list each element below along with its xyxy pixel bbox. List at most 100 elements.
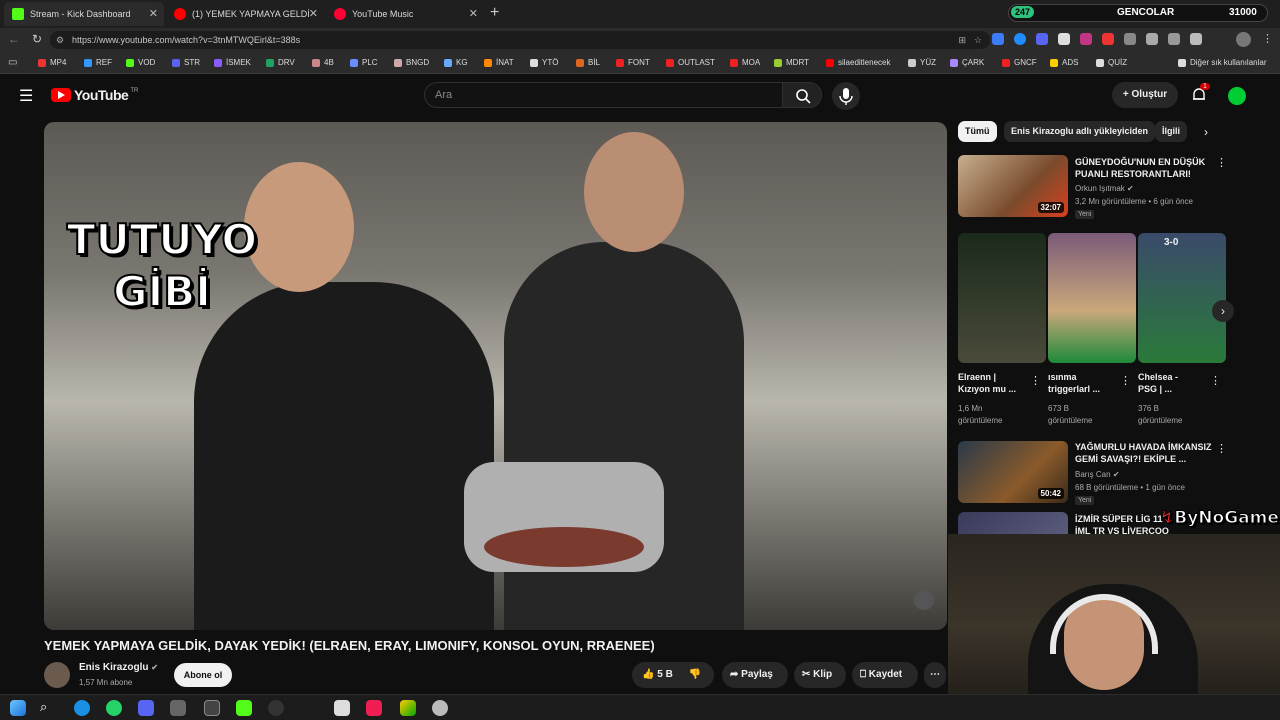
bookmark-item[interactable]: YÜZ [908, 58, 936, 67]
bookmark-item[interactable]: silaeditlenecek [826, 58, 890, 67]
app-icon[interactable] [268, 700, 284, 716]
bookmark-item[interactable]: İNAT [484, 58, 514, 67]
more-options-icon[interactable]: ⋮ [1216, 156, 1227, 169]
bookmark-item[interactable]: STR [172, 58, 200, 67]
new-tab-icon[interactable]: + [490, 4, 499, 22]
more-options-icon[interactable]: ⋮ [1030, 374, 1041, 387]
tab-youtube-video[interactable]: (1) YEMEK YAPMAYA GELDİK, DAYA ✕ [166, 2, 324, 26]
extension-icon[interactable] [992, 33, 1004, 45]
bookmark-item[interactable]: İSMEK [214, 58, 251, 67]
site-info-icon[interactable]: ⚙ [56, 31, 64, 49]
save-button[interactable]: ⎕ Kaydet [852, 662, 918, 688]
close-tab-icon[interactable]: ✕ [149, 7, 158, 20]
voice-search-button[interactable] [832, 82, 860, 110]
like-button[interactable]: 👍 5 B [642, 662, 673, 688]
bookmark-item[interactable]: MP4 [38, 58, 66, 67]
subscribe-button[interactable]: Abone ol [174, 663, 232, 687]
shorts-thumbnail[interactable] [958, 233, 1046, 363]
profile-avatar[interactable] [1236, 32, 1251, 47]
more-options-icon[interactable]: ⋮ [1120, 374, 1131, 387]
recommended-channel[interactable]: Orkun Işıtmak ✔ [1075, 183, 1134, 195]
kick-icon[interactable] [236, 700, 252, 716]
menu-dots-icon[interactable]: ⋮ [1262, 32, 1273, 45]
shorts-thumbnail[interactable]: 3-0 [1138, 233, 1226, 363]
recommended-channel[interactable]: Barış Can ✔ [1075, 469, 1120, 481]
chip-related[interactable]: İlgili [1155, 121, 1187, 142]
clip-button[interactable]: ✂ Klip [794, 662, 846, 688]
dislike-button[interactable]: 👎 [689, 662, 701, 688]
search-input[interactable]: Ara [424, 82, 784, 108]
more-options-icon[interactable]: ⋮ [1216, 442, 1227, 455]
bookmark-item[interactable]: DRV [266, 58, 295, 67]
other-bookmarks[interactable]: Diğer sık kullanılanlar [1178, 58, 1266, 67]
avatar[interactable] [1228, 87, 1246, 105]
youtube-logo[interactable]: YouTube TR [51, 87, 138, 103]
extension-icon[interactable] [1124, 33, 1136, 45]
extension-badge[interactable]: 247 GENCOLAR 31000 [1008, 4, 1268, 22]
app-icon[interactable] [432, 700, 448, 716]
extension-icon[interactable] [1102, 33, 1114, 45]
bookmark-item[interactable]: MDRT [774, 58, 809, 67]
bookmark-item[interactable]: MOA [730, 58, 760, 67]
tab-youtube-music[interactable]: YouTube Music ✕ [326, 2, 484, 26]
shorts-title[interactable]: Elraenn | Kızıyon mu ... [958, 371, 1038, 395]
download-icon[interactable] [1058, 33, 1070, 45]
close-tab-icon[interactable]: ✕ [469, 7, 478, 20]
install-app-icon[interactable]: ⊞ [958, 31, 966, 49]
reload-icon[interactable]: ↻ [32, 32, 42, 46]
app-icon[interactable] [170, 700, 186, 716]
tab-kick-dashboard[interactable]: Stream - Kick Dashboard ✕ [4, 2, 164, 26]
extension-icon[interactable] [1168, 33, 1180, 45]
bookmark-item[interactable]: QUİZ [1096, 58, 1127, 67]
edge-icon[interactable] [74, 700, 90, 716]
more-actions-button[interactable]: ⋯ [924, 662, 946, 688]
reading-list-icon[interactable]: ▭ [8, 57, 17, 68]
chip-from-uploader[interactable]: Enis Kirazoglu adlı yükleyiciden [1004, 121, 1156, 142]
channel-avatar[interactable] [44, 662, 70, 688]
whatsapp-icon[interactable] [106, 700, 122, 716]
downloads-icon[interactable] [1190, 33, 1202, 45]
channel-watermark-icon[interactable] [914, 590, 934, 610]
star-icon[interactable]: ☆ [974, 31, 982, 49]
channel-name[interactable]: Enis Kirazoglu ✔ [79, 662, 158, 673]
bookmark-item[interactable]: ÇARK [950, 58, 984, 67]
bookmark-item[interactable]: YTÖ [530, 58, 558, 67]
puzzle-icon[interactable] [1146, 33, 1158, 45]
obs-icon[interactable] [204, 700, 220, 716]
chip-all[interactable]: Tümü [958, 121, 997, 142]
windows-start-icon[interactable] [10, 700, 26, 716]
search-icon[interactable]: ⌕ [40, 699, 47, 715]
bookmark-item[interactable]: VOD [126, 58, 155, 67]
shorts-next-button[interactable]: › [1212, 300, 1234, 322]
shorts-thumbnail[interactable] [1048, 233, 1136, 363]
tiktok-icon[interactable] [366, 700, 382, 716]
extension-icon[interactable] [1080, 33, 1092, 45]
recommended-thumbnail[interactable]: 32:07 [958, 155, 1068, 217]
recommended-title[interactable]: GÜNEYDOĞU'NUN EN DÜŞÜK PUANLI RESTORANTLA… [1075, 156, 1215, 180]
back-icon[interactable]: ← [8, 32, 20, 46]
video-player[interactable]: TUTUYO GİBİ [44, 122, 947, 630]
chevron-right-icon[interactable]: › [1204, 125, 1208, 139]
bookmark-item[interactable]: GNCF [1002, 58, 1037, 67]
bookmark-item[interactable]: OUTLAST [666, 58, 715, 67]
address-bar[interactable]: ⚙ https://www.youtube.com/watch?v=3tnMTW… [50, 31, 990, 49]
recommended-thumbnail[interactable] [958, 512, 1068, 536]
bookmark-item[interactable]: BNGD [394, 58, 429, 67]
notifications-button[interactable]: 1 [1190, 83, 1210, 104]
shorts-title[interactable]: ısınma triggerlarl ... [1048, 371, 1128, 395]
bookmark-item[interactable]: KG [444, 58, 468, 67]
create-button[interactable]: + Oluştur [1112, 82, 1178, 108]
recommended-thumbnail[interactable]: 50:42 [958, 441, 1068, 503]
bookmark-item[interactable]: ADS [1050, 58, 1078, 67]
extension-icon[interactable] [1014, 33, 1026, 45]
app-icon[interactable] [334, 700, 350, 716]
discord-icon[interactable] [138, 700, 154, 716]
extension-icon[interactable] [1036, 33, 1048, 45]
hamburger-menu-icon[interactable]: ☰ [19, 86, 33, 106]
bookmark-item[interactable]: BİL [576, 58, 600, 67]
close-tab-icon[interactable]: ✕ [309, 7, 318, 20]
bookmark-item[interactable]: PLC [350, 58, 378, 67]
share-button[interactable]: ➦ Paylaş [722, 662, 788, 688]
bookmark-item[interactable]: FONT [616, 58, 650, 67]
bookmark-item[interactable]: REF [84, 58, 112, 67]
